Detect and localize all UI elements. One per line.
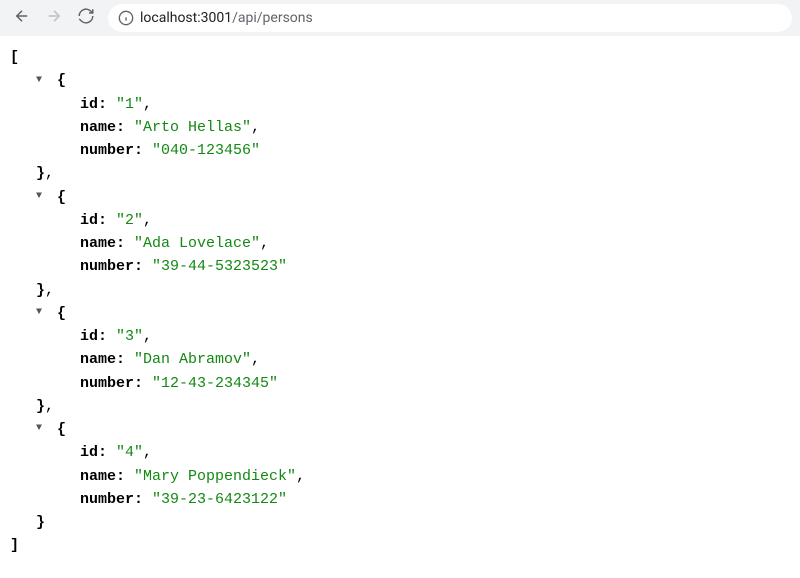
json-property-id: id: "3", [10,325,784,348]
array-close: ] [10,534,784,557]
object-open: ▼ { [10,69,784,92]
collapse-toggle-icon[interactable]: ▼ [36,421,46,437]
json-property-id: id: "4", [10,441,784,464]
url-text: localhost:3001/api/persons [140,10,313,26]
browser-toolbar: localhost:3001/api/persons [0,0,800,36]
reload-button[interactable] [72,4,100,32]
json-viewer: [▼ {id: "1",name: "Arto Hellas",number: … [0,36,800,578]
json-property-number: number: "040-123456" [10,139,784,162]
arrow-right-icon [45,7,63,29]
json-property-number: number: "39-44-5323523" [10,255,784,278]
collapse-toggle-icon[interactable]: ▼ [36,189,46,205]
json-property-number: number: "39-23-6423122" [10,488,784,511]
address-bar[interactable]: localhost:3001/api/persons [108,4,792,32]
object-open: ▼ { [10,186,784,209]
json-property-name: name: "Mary Poppendieck", [10,465,784,488]
json-property-name: name: "Ada Lovelace", [10,232,784,255]
object-close: }, [10,162,784,185]
collapse-toggle-icon[interactable]: ▼ [36,305,46,321]
object-open: ▼ { [10,418,784,441]
arrow-left-icon [13,7,31,29]
json-property-number: number: "12-43-234345" [10,372,784,395]
collapse-toggle-icon[interactable]: ▼ [36,73,46,89]
back-button[interactable] [8,4,36,32]
object-open: ▼ { [10,302,784,325]
json-property-name: name: "Arto Hellas", [10,116,784,139]
reload-icon [77,7,95,29]
json-property-id: id: "2", [10,209,784,232]
array-open: [ [10,46,784,69]
site-info-icon[interactable] [118,10,134,26]
json-property-name: name: "Dan Abramov", [10,348,784,371]
object-close: }, [10,279,784,302]
json-property-id: id: "1", [10,93,784,116]
object-close: }, [10,395,784,418]
forward-button[interactable] [40,4,68,32]
object-close: } [10,511,784,534]
